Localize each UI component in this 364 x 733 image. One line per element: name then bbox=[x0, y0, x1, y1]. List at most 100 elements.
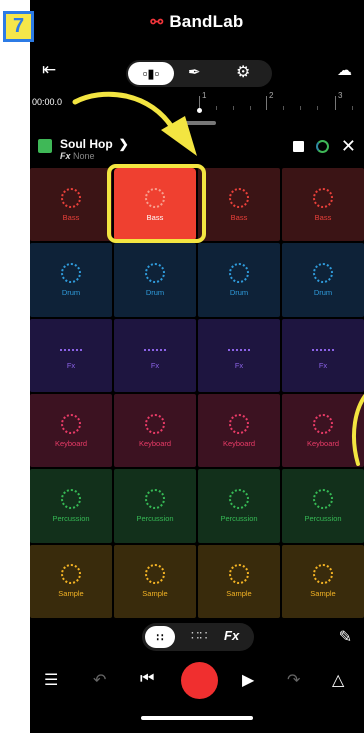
pad-keyboard[interactable]: Keyboard bbox=[198, 394, 280, 468]
pad-label: Fx bbox=[66, 361, 76, 371]
pack-grid-icon bbox=[38, 139, 52, 153]
fx-value: None bbox=[73, 151, 95, 161]
pad-label: Keyboard bbox=[306, 438, 340, 448]
playhead[interactable] bbox=[197, 108, 202, 113]
pencil-icon[interactable]: ✎ bbox=[339, 627, 352, 647]
pad-ring-icon bbox=[61, 413, 81, 434]
ruler-tick bbox=[216, 106, 217, 110]
pad-percussion[interactable]: Percussion bbox=[198, 469, 280, 543]
pad-percussion[interactable]: Percussion bbox=[114, 469, 196, 543]
pad-ring-icon bbox=[145, 413, 165, 434]
pad-bass[interactable]: Bass bbox=[282, 168, 364, 242]
mixer-icon[interactable]: ☰ bbox=[44, 670, 58, 690]
fx-label: Fx bbox=[60, 151, 71, 161]
loop-icon[interactable] bbox=[315, 139, 329, 153]
skip-back-icon[interactable]: ⏮ bbox=[140, 670, 154, 688]
metronome-icon[interactable]: △ bbox=[332, 670, 344, 690]
home-indicator bbox=[141, 716, 253, 720]
pad-label: Keyboard bbox=[138, 438, 172, 448]
song-name: Soul Hop bbox=[60, 137, 113, 151]
pad-bass[interactable]: Bass bbox=[114, 168, 196, 242]
pad-label: Drum bbox=[61, 287, 81, 297]
transport-bar: ☰ ↶ ⏮ ▶ ↷ △ bbox=[30, 660, 364, 710]
fx-tab[interactable]: Fx bbox=[224, 628, 239, 643]
play-icon[interactable]: ▶ bbox=[242, 670, 254, 690]
bar-marker: 3 bbox=[338, 91, 343, 100]
view-switcher: ▫▮▫ ✒ ⚙ bbox=[126, 60, 272, 87]
pad-ring-icon bbox=[61, 564, 81, 585]
pad-keyboard[interactable]: Keyboard bbox=[114, 394, 196, 468]
pad-ring-icon bbox=[313, 564, 333, 585]
undo-icon[interactable]: ↶ bbox=[93, 670, 106, 690]
pads-view-icon[interactable]: ∷ bbox=[145, 626, 175, 648]
pad-keyboard[interactable]: Keyboard bbox=[30, 394, 112, 468]
pad-keyboard[interactable]: Keyboard bbox=[282, 394, 364, 468]
pad-bass[interactable]: Bass bbox=[198, 168, 280, 242]
pad-drum[interactable]: Drum bbox=[198, 243, 280, 317]
pad-fx[interactable]: Fx bbox=[114, 318, 196, 392]
pad-label: Drum bbox=[145, 287, 165, 297]
record-button[interactable] bbox=[181, 662, 218, 699]
ruler-tick bbox=[352, 106, 353, 110]
exit-icon[interactable]: ⇤ bbox=[42, 60, 56, 80]
pad-ring-icon bbox=[313, 187, 333, 208]
pad-label: Bass bbox=[230, 212, 248, 222]
pad-drum[interactable]: Drum bbox=[30, 243, 112, 317]
launchpad-grid: Bass Bass Bass Bass Drum Drum Drum Drum Fx Fx Fx Fx… bbox=[30, 168, 364, 618]
pad-label: Bass bbox=[314, 212, 332, 222]
app-title: BandLab bbox=[169, 12, 244, 31]
pad-drum[interactable]: Drum bbox=[114, 243, 196, 317]
song-selector[interactable]: Soul Hop ❯ bbox=[60, 137, 129, 151]
pad-label: Keyboard bbox=[54, 438, 88, 448]
bar-marker: 1 bbox=[202, 91, 207, 100]
ruler-tick bbox=[283, 106, 284, 110]
pad-ring-icon bbox=[145, 262, 165, 283]
gear-icon[interactable]: ⚙ bbox=[236, 62, 250, 82]
fx-wave-icon bbox=[60, 349, 82, 352]
drag-handle[interactable] bbox=[176, 121, 216, 125]
fx-wave-icon bbox=[144, 349, 166, 352]
pad-label: Percussion bbox=[52, 513, 90, 523]
pad-sample[interactable]: Sample bbox=[282, 544, 364, 618]
pad-sample[interactable]: Sample bbox=[198, 544, 280, 618]
pad-ring-icon bbox=[313, 488, 333, 509]
pad-ring-icon bbox=[229, 413, 249, 434]
pad-drum[interactable]: Drum bbox=[282, 243, 364, 317]
timeline-ruler[interactable]: 00:00.0 1 2 3 bbox=[30, 91, 364, 119]
pad-ring-icon bbox=[61, 187, 81, 208]
pad-label: Percussion bbox=[220, 513, 258, 523]
redo-icon[interactable]: ↷ bbox=[287, 670, 300, 690]
pad-percussion[interactable]: Percussion bbox=[30, 469, 112, 543]
pad-label: Fx bbox=[318, 361, 328, 371]
close-icon[interactable]: ✕ bbox=[341, 137, 356, 155]
pad-label: Sample bbox=[142, 589, 168, 599]
feather-icon[interactable]: ✒ bbox=[188, 63, 201, 81]
pad-percussion[interactable]: Percussion bbox=[282, 469, 364, 543]
pad-label: Keyboard bbox=[222, 438, 256, 448]
pad-sample[interactable]: Sample bbox=[30, 544, 112, 618]
fx-status: Fx None bbox=[60, 151, 95, 161]
pad-fx[interactable]: Fx bbox=[198, 318, 280, 392]
bottom-view-switcher: ∷ ∷∷ Fx bbox=[142, 623, 254, 651]
ruler-tick bbox=[317, 106, 318, 110]
pad-fx[interactable]: Fx bbox=[30, 318, 112, 392]
pad-ring-icon bbox=[229, 564, 249, 585]
pad-label: Sample bbox=[226, 589, 252, 599]
pad-bass[interactable]: Bass bbox=[30, 168, 112, 242]
pad-ring-icon bbox=[145, 564, 165, 585]
cloud-upload-icon[interactable]: ☁ bbox=[337, 61, 352, 79]
song-header: Soul Hop ❯ Fx None ✕ bbox=[30, 134, 364, 164]
waveform-view-icon[interactable]: ▫▮▫ bbox=[128, 62, 174, 85]
stop-icon[interactable] bbox=[292, 140, 304, 152]
pad-sample[interactable]: Sample bbox=[114, 544, 196, 618]
bar-marker: 2 bbox=[269, 91, 274, 100]
pad-label: Percussion bbox=[136, 513, 174, 523]
pad-fx[interactable]: Fx bbox=[282, 318, 364, 392]
grid-dots-icon[interactable]: ∷∷ bbox=[191, 628, 208, 644]
ruler-tick bbox=[250, 106, 251, 110]
pad-label: Drum bbox=[229, 287, 249, 297]
pad-label: Bass bbox=[146, 212, 164, 222]
ruler-tick bbox=[335, 96, 336, 110]
pad-ring-icon bbox=[229, 262, 249, 283]
pad-label: Bass bbox=[62, 212, 80, 222]
